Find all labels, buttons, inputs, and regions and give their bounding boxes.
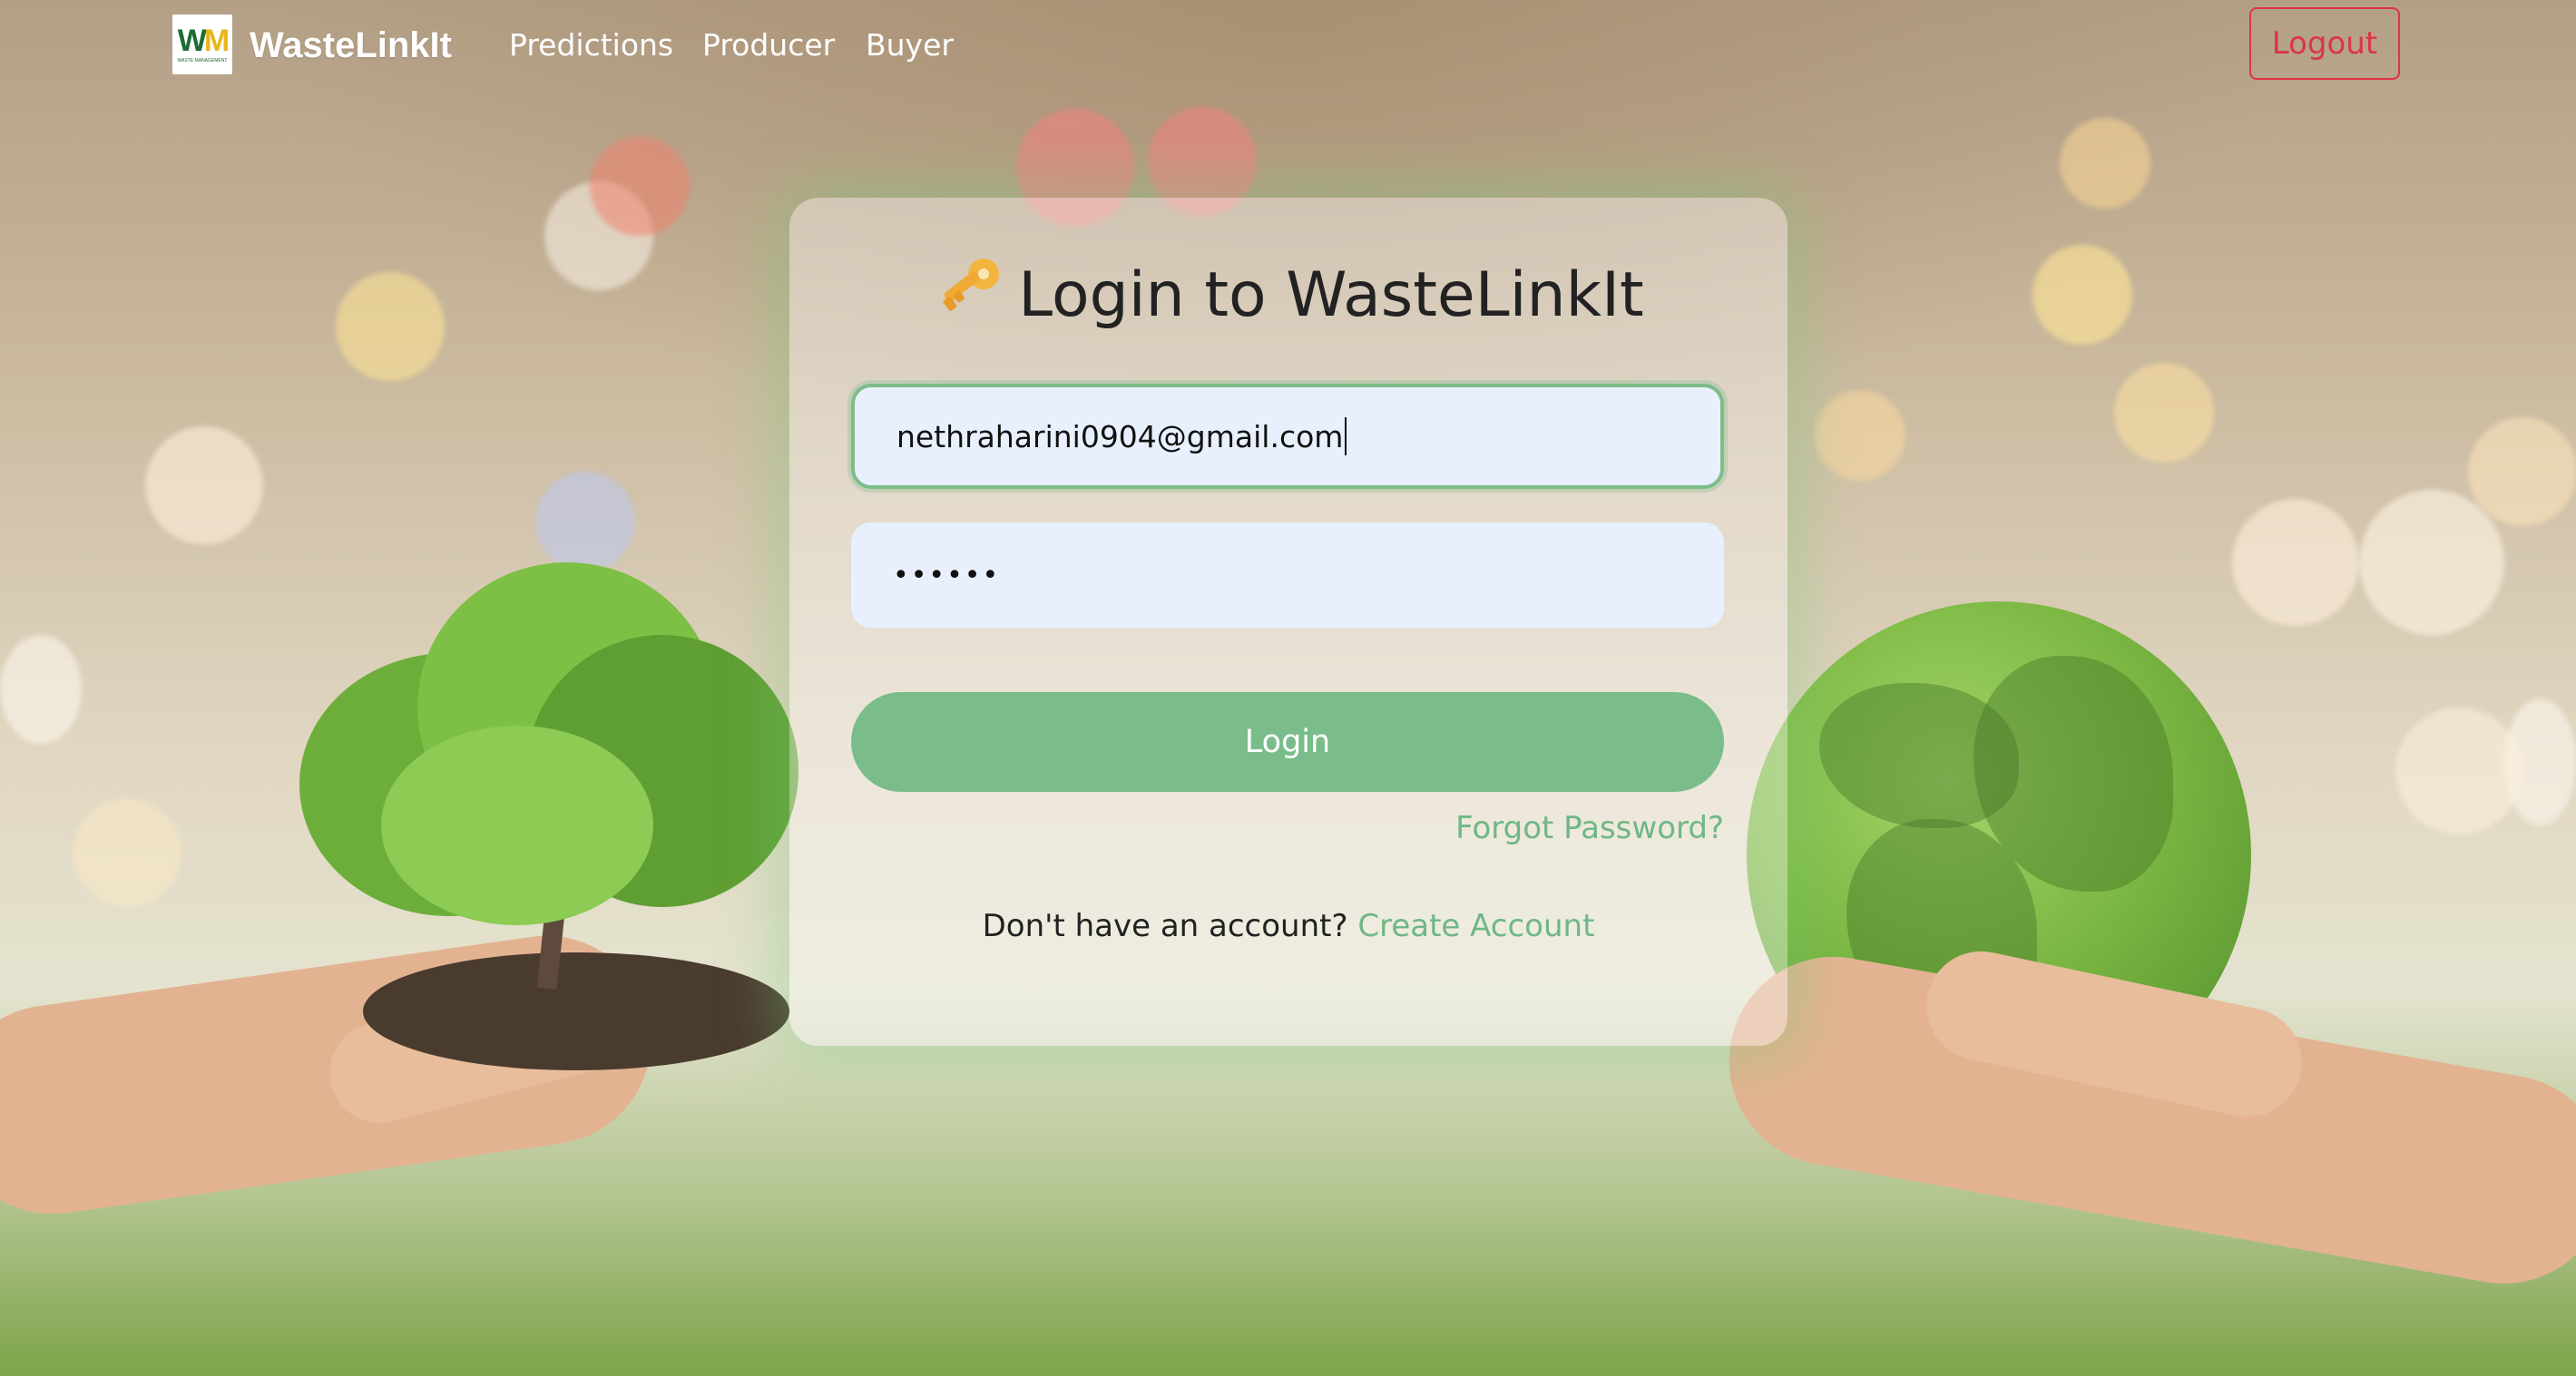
- logo-text: M: [203, 24, 230, 58]
- forgot-password-link[interactable]: Forgot Password?: [1455, 810, 1724, 846]
- navbar: WM WASTE MANAGEMENT WasteLinkIt Predicti…: [0, 0, 2576, 91]
- key-icon: [933, 254, 1005, 337]
- nav-link-producer[interactable]: Producer: [702, 22, 835, 69]
- brand-name[interactable]: WasteLinkIt: [250, 22, 452, 69]
- login-title: Login to WasteLinkIt: [789, 254, 1788, 337]
- password-field[interactable]: ••••••: [851, 522, 1724, 628]
- email-value: nethraharini0904@gmail.com: [896, 418, 1344, 454]
- login-title-text: Login to WasteLinkIt: [1018, 259, 1644, 331]
- brand-logo[interactable]: WM WASTE MANAGEMENT: [172, 15, 232, 74]
- no-account-text: Don't have an account?: [982, 908, 1348, 944]
- create-account-link[interactable]: Create Account: [1357, 908, 1594, 944]
- logo-subtitle: WASTE MANAGEMENT: [177, 58, 228, 63]
- logout-button[interactable]: Logout: [2249, 7, 2400, 80]
- email-field[interactable]: nethraharini0904@gmail.com: [851, 384, 1724, 489]
- login-button[interactable]: Login: [851, 692, 1724, 792]
- login-card: Login to WasteLinkIt nethraharini0904@gm…: [789, 198, 1788, 1046]
- signup-prompt: Don't have an account? Create Account: [789, 908, 1788, 944]
- nav-link-predictions[interactable]: Predictions: [509, 22, 673, 69]
- text-caret: [1345, 417, 1347, 455]
- nav-link-buyer[interactable]: Buyer: [866, 22, 954, 69]
- password-value: ••••••: [893, 559, 1001, 591]
